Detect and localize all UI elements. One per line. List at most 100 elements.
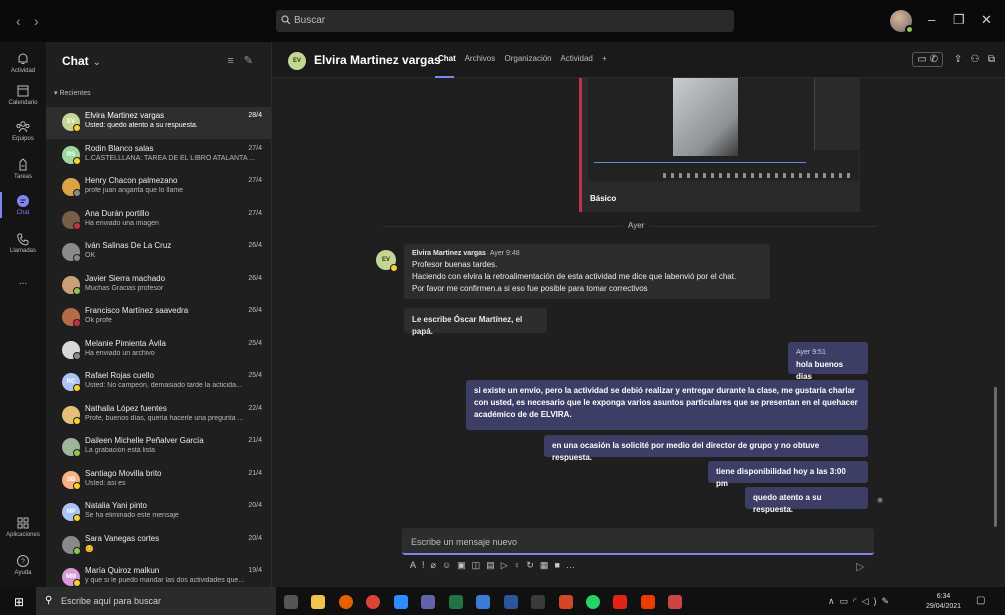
outgoing-message[interactable]: tiene disponibilidad hoy a las 3:00 pm [708, 461, 868, 488]
maximize-button[interactable]: ❐ [953, 12, 965, 28]
rail-teams[interactable]: Equipos [0, 120, 46, 142]
word-icon[interactable] [503, 594, 518, 609]
emoji-icon[interactable]: ☺ [442, 560, 457, 570]
minimize-button[interactable]: – [928, 12, 935, 27]
recent-section-label[interactable]: ▾ Recientes [54, 89, 91, 97]
notifications-icon[interactable]: ▢ [976, 595, 985, 606]
tab-activity[interactable]: Actividad [560, 54, 592, 63]
chat-list-item[interactable]: EV Elvira Martinez vargas Usted: quedo ate… [46, 107, 271, 139]
stream-icon[interactable]: ▷ [501, 560, 514, 570]
chat-list-item[interactable]: Ana Durán portillo Ha enviado una imagen 2… [46, 205, 271, 237]
sticker-icon[interactable]: ◫ [472, 560, 487, 570]
office-icon[interactable] [640, 594, 655, 609]
scrollbar[interactable] [994, 387, 997, 527]
excel-icon[interactable] [448, 594, 463, 609]
tab-chat[interactable]: Chat [438, 54, 456, 63]
shared-image-card[interactable]: Básico [579, 78, 860, 212]
sender-avatar[interactable]: EV [376, 250, 398, 272]
chat-list-item[interactable]: Nathalia López fuentes Profe, buenos días… [46, 400, 271, 432]
app-icon[interactable] [668, 594, 683, 609]
rail-more[interactable]: ... [0, 276, 46, 287]
task-view-icon[interactable] [284, 594, 298, 609]
audio-call-icon[interactable]: ✆ [930, 54, 938, 65]
video-call-icon[interactable]: ▭ [917, 54, 926, 65]
chat-list-title[interactable]: Chat ⌄ [62, 54, 101, 68]
popout-icon[interactable]: ⧉ [988, 54, 995, 65]
rail-activity[interactable]: Actividad [0, 52, 46, 74]
screenshot-thumbnail[interactable] [588, 78, 859, 181]
chat-list-item[interactable]: NP Natalia Yani pinto Se ha eliminado este… [46, 497, 271, 529]
whatsapp-icon[interactable] [585, 594, 600, 609]
incoming-message[interactable]: Elvira Martinez vargas Ayer 9:48 Profeso… [404, 244, 770, 299]
chat-list-item[interactable]: MM María Quiroz malkun y que si le puedo m… [46, 562, 271, 587]
tab-organization[interactable]: Organización [504, 54, 551, 63]
compose-box[interactable]: Escribe un mensaje nuevo [402, 528, 874, 555]
acrobat-icon[interactable] [613, 594, 628, 609]
incoming-message[interactable]: Le escribe Óscar Martínez, el papá. [404, 308, 547, 336]
outgoing-message[interactable]: quedo atento a su respuesta. [745, 487, 868, 514]
powerpoint-icon[interactable] [558, 594, 573, 609]
volume-icon[interactable]: ◁) [862, 596, 882, 606]
share-screen-icon[interactable]: ⇪ [954, 54, 962, 65]
rail-chat[interactable]: Chat [0, 194, 46, 216]
add-tab-button[interactable]: + [602, 54, 607, 63]
attach-icon[interactable]: ⌀ [431, 560, 442, 570]
loop-icon[interactable]: ↻ [526, 560, 540, 570]
firefox-icon[interactable] [338, 594, 353, 609]
priority-icon[interactable]: ! [422, 560, 431, 570]
taskbar-search[interactable]: ⚲ Escribe aquí para buscar [36, 587, 276, 615]
chat-list-item[interactable]: Daileen Michelle Peñalver García La graba… [46, 432, 271, 464]
chat-list-item[interactable]: RS Rodin Blanco salas L.CASTELLLANA: TAREA… [46, 140, 271, 172]
more-options-icon[interactable]: … [566, 560, 581, 570]
rail-label: Tareas [13, 174, 32, 180]
back-button[interactable]: ‹ [16, 13, 21, 29]
chat-list-item[interactable]: Henry Chacon palmezano profe juan angarit… [46, 172, 271, 204]
format-icon[interactable]: A [410, 560, 422, 570]
chat-list-item[interactable]: Francisco Martínez saavedra Ok profe 26/4 [46, 302, 271, 334]
rail-calls[interactable]: Llamadas [0, 232, 46, 254]
gif-icon[interactable]: ▣ [457, 560, 472, 570]
filter-icon[interactable]: ≡ [227, 55, 243, 67]
clock[interactable]: 6:34 29/04/2021 [926, 592, 961, 612]
outgoing-message[interactable]: en una ocasión la solicité por medio del… [544, 435, 868, 462]
chrome-icon[interactable] [366, 594, 381, 609]
new-chat-icon[interactable]: ✎ [244, 55, 263, 67]
outgoing-message[interactable]: si existe un envío, pero la actividad se… [466, 380, 868, 430]
rail-calendar[interactable]: Calendario [0, 84, 46, 106]
rail-assignments[interactable]: Tareas [0, 158, 46, 180]
rail-apps[interactable]: Aplicaciones [0, 516, 46, 538]
wifi-icon[interactable]: ◜ [853, 596, 862, 606]
rail-help[interactable]: ? Ayuda [0, 554, 46, 576]
teams-taskbar-icon[interactable] [421, 594, 436, 609]
profile-avatar[interactable] [890, 10, 914, 34]
praise-icon[interactable]: ♀ [514, 560, 527, 570]
send-icon[interactable]: ▷ [856, 560, 864, 573]
chevron-up-icon[interactable]: ∧ [828, 596, 840, 606]
video-clip-icon[interactable]: ■ [554, 560, 565, 570]
outgoing-message[interactable]: Ayer 9:51 hola buenos dias [788, 342, 868, 381]
message-preview: Se ha eliminado este mensaje [85, 512, 179, 519]
chat-list-item[interactable]: Melanie Pimienta Ávila Ha enviado un arch… [46, 335, 271, 367]
message-time: Ayer 9:51 [796, 349, 826, 356]
tab-files[interactable]: Archivos [465, 54, 496, 63]
chat-list-item[interactable]: Iván Salinas De La Cruz OK 26/4 [46, 237, 271, 269]
camera-icon[interactable] [531, 594, 546, 609]
pen-icon[interactable]: ✎ [882, 596, 895, 606]
chat-list-item[interactable]: RC Rafael Rojas cuello Usted: No campeón, … [46, 367, 271, 399]
chat-list-item[interactable]: Sara Vanegas cortes 😊 20/4 [46, 530, 271, 562]
meet-icon[interactable]: ▤ [486, 560, 501, 570]
search-input[interactable]: Buscar [276, 10, 734, 32]
zoom-icon[interactable] [393, 594, 408, 609]
chat-list-item[interactable]: Javier Sierra machado Muchas Gracias prof… [46, 270, 271, 302]
chat-list-item[interactable]: SB Santiago Movilla brito Usted: asi es 21/… [46, 465, 271, 497]
photos-icon[interactable] [476, 594, 491, 609]
close-button[interactable]: ✕ [981, 12, 992, 28]
forms-icon[interactable]: ▦ [540, 560, 555, 570]
contact-avatar[interactable]: EV [288, 52, 306, 70]
file-explorer-icon[interactable] [311, 594, 326, 609]
contact-name: Melanie Pimienta Ávila [85, 338, 166, 348]
forward-button[interactable]: › [34, 13, 39, 29]
windows-start-icon[interactable]: ⊞ [14, 595, 24, 609]
network-icon[interactable]: ▭ [840, 596, 854, 606]
add-people-icon[interactable]: ⚇ [971, 54, 980, 65]
